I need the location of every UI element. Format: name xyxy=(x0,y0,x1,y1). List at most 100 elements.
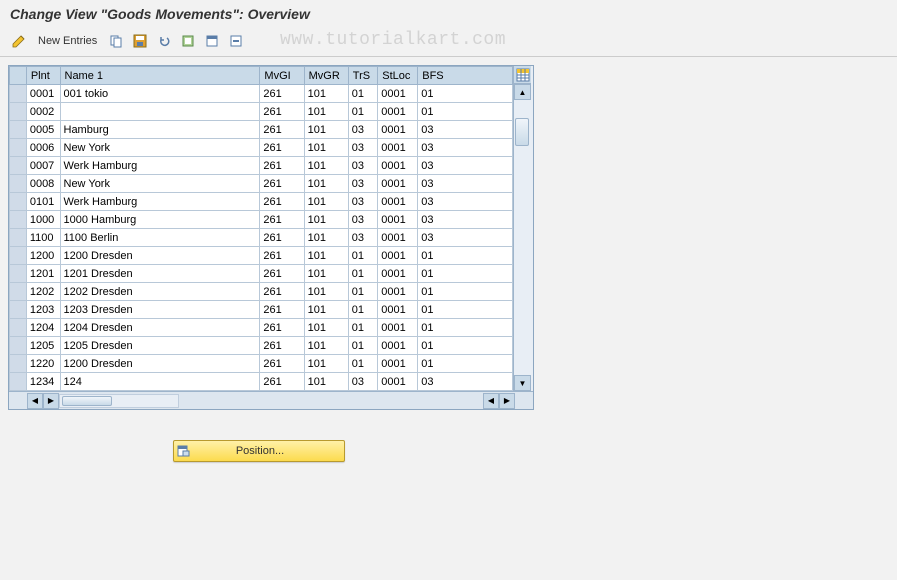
scroll-down-icon[interactable]: ▼ xyxy=(514,375,531,391)
cell-mvgi[interactable]: 261 xyxy=(260,103,304,121)
cell-stloc[interactable]: 0001 xyxy=(378,265,418,283)
cell-bfs[interactable]: 01 xyxy=(418,319,513,337)
row-selector[interactable] xyxy=(10,265,27,283)
cell-stloc[interactable]: 0001 xyxy=(378,121,418,139)
cell-mvgi[interactable]: 261 xyxy=(260,355,304,373)
cell-trs[interactable]: 01 xyxy=(348,283,377,301)
cell-mvgi[interactable]: 261 xyxy=(260,157,304,175)
cell-plnt[interactable]: 1000 xyxy=(26,211,60,229)
row-selector[interactable] xyxy=(10,283,27,301)
cell-name[interactable]: 1201 Dresden xyxy=(60,265,260,283)
cell-plnt[interactable]: 1201 xyxy=(26,265,60,283)
cell-trs[interactable]: 01 xyxy=(348,85,377,103)
cell-plnt[interactable]: 0006 xyxy=(26,139,60,157)
row-selector[interactable] xyxy=(10,85,27,103)
cell-trs[interactable]: 03 xyxy=(348,121,377,139)
vscroll-track[interactable] xyxy=(514,100,531,375)
cell-mvgr[interactable]: 101 xyxy=(304,283,348,301)
cell-mvgi[interactable]: 261 xyxy=(260,283,304,301)
cell-mvgr[interactable]: 101 xyxy=(304,193,348,211)
row-selector[interactable] xyxy=(10,301,27,319)
cell-mvgr[interactable]: 101 xyxy=(304,373,348,391)
cell-trs[interactable]: 01 xyxy=(348,301,377,319)
cell-name[interactable]: 001 tokio xyxy=(60,85,260,103)
cell-mvgi[interactable]: 261 xyxy=(260,85,304,103)
cell-mvgr[interactable]: 101 xyxy=(304,301,348,319)
deselect-all-icon[interactable] xyxy=(227,32,245,50)
cell-plnt[interactable]: 0007 xyxy=(26,157,60,175)
cell-name[interactable]: New York xyxy=(60,175,260,193)
cell-plnt[interactable]: 0001 xyxy=(26,85,60,103)
cell-mvgi[interactable]: 261 xyxy=(260,337,304,355)
cell-stloc[interactable]: 0001 xyxy=(378,319,418,337)
hscroll-track[interactable] xyxy=(59,394,179,408)
row-selector[interactable] xyxy=(10,211,27,229)
cell-mvgr[interactable]: 101 xyxy=(304,85,348,103)
cell-stloc[interactable]: 0001 xyxy=(378,85,418,103)
cell-name[interactable]: 1203 Dresden xyxy=(60,301,260,319)
cell-plnt[interactable]: 1220 xyxy=(26,355,60,373)
cell-trs[interactable]: 03 xyxy=(348,211,377,229)
cell-mvgi[interactable]: 261 xyxy=(260,211,304,229)
row-selector[interactable] xyxy=(10,175,27,193)
cell-bfs[interactable]: 01 xyxy=(418,103,513,121)
cell-name[interactable]: Werk Hamburg xyxy=(60,193,260,211)
cell-trs[interactable]: 03 xyxy=(348,175,377,193)
cell-trs[interactable]: 03 xyxy=(348,229,377,247)
cell-stloc[interactable]: 0001 xyxy=(378,301,418,319)
cell-mvgi[interactable]: 261 xyxy=(260,265,304,283)
cell-stloc[interactable]: 0001 xyxy=(378,337,418,355)
hscroll-thumb[interactable] xyxy=(62,396,112,406)
col-trs[interactable]: TrS xyxy=(348,67,377,85)
col-name1[interactable]: Name 1 xyxy=(60,67,260,85)
cell-bfs[interactable]: 03 xyxy=(418,121,513,139)
cell-name[interactable]: 1100 Berlin xyxy=(60,229,260,247)
cell-plnt[interactable]: 0002 xyxy=(26,103,60,121)
row-selector[interactable] xyxy=(10,103,27,121)
cell-mvgr[interactable]: 101 xyxy=(304,355,348,373)
cell-mvgi[interactable]: 261 xyxy=(260,229,304,247)
cell-stloc[interactable]: 0001 xyxy=(378,283,418,301)
cell-bfs[interactable]: 03 xyxy=(418,157,513,175)
cell-stloc[interactable]: 0001 xyxy=(378,247,418,265)
cell-plnt[interactable]: 0005 xyxy=(26,121,60,139)
cell-mvgr[interactable]: 101 xyxy=(304,175,348,193)
cell-mvgi[interactable]: 261 xyxy=(260,319,304,337)
cell-bfs[interactable]: 03 xyxy=(418,175,513,193)
cell-mvgr[interactable]: 101 xyxy=(304,229,348,247)
cell-mvgr[interactable]: 101 xyxy=(304,337,348,355)
cell-mvgr[interactable]: 101 xyxy=(304,211,348,229)
cell-bfs[interactable]: 03 xyxy=(418,193,513,211)
cell-name[interactable]: 124 xyxy=(60,373,260,391)
cell-mvgi[interactable]: 261 xyxy=(260,247,304,265)
col-mvgr[interactable]: MvGR xyxy=(304,67,348,85)
select-block-icon[interactable] xyxy=(203,32,221,50)
cell-bfs[interactable]: 01 xyxy=(418,85,513,103)
horizontal-scrollbar[interactable]: ◀ ▶ ◀ ▶ xyxy=(9,391,533,409)
row-selector[interactable] xyxy=(10,139,27,157)
vertical-scrollbar[interactable]: ▲ ▼ xyxy=(513,66,531,391)
cell-name[interactable]: 1200 Dresden xyxy=(60,247,260,265)
row-selector[interactable] xyxy=(10,319,27,337)
cell-bfs[interactable]: 01 xyxy=(418,301,513,319)
cell-name[interactable]: Hamburg xyxy=(60,121,260,139)
cell-plnt[interactable]: 1200 xyxy=(26,247,60,265)
cell-bfs[interactable]: 03 xyxy=(418,211,513,229)
cell-name[interactable] xyxy=(60,103,260,121)
cell-trs[interactable]: 01 xyxy=(348,319,377,337)
cell-bfs[interactable]: 01 xyxy=(418,247,513,265)
row-selector[interactable] xyxy=(10,373,27,391)
cell-stloc[interactable]: 0001 xyxy=(378,229,418,247)
cell-bfs[interactable]: 03 xyxy=(418,139,513,157)
row-selector-header[interactable] xyxy=(10,67,27,85)
scroll-right-inner-icon[interactable]: ▶ xyxy=(43,393,59,409)
new-entries-button[interactable]: New Entries xyxy=(34,35,101,47)
cell-bfs[interactable]: 03 xyxy=(418,373,513,391)
scroll-right-end-icon[interactable]: ▶ xyxy=(499,393,515,409)
cell-mvgi[interactable]: 261 xyxy=(260,301,304,319)
cell-mvgi[interactable]: 261 xyxy=(260,175,304,193)
cell-trs[interactable]: 01 xyxy=(348,337,377,355)
cell-stloc[interactable]: 0001 xyxy=(378,193,418,211)
select-all-icon[interactable] xyxy=(179,32,197,50)
cell-name[interactable]: Werk Hamburg xyxy=(60,157,260,175)
